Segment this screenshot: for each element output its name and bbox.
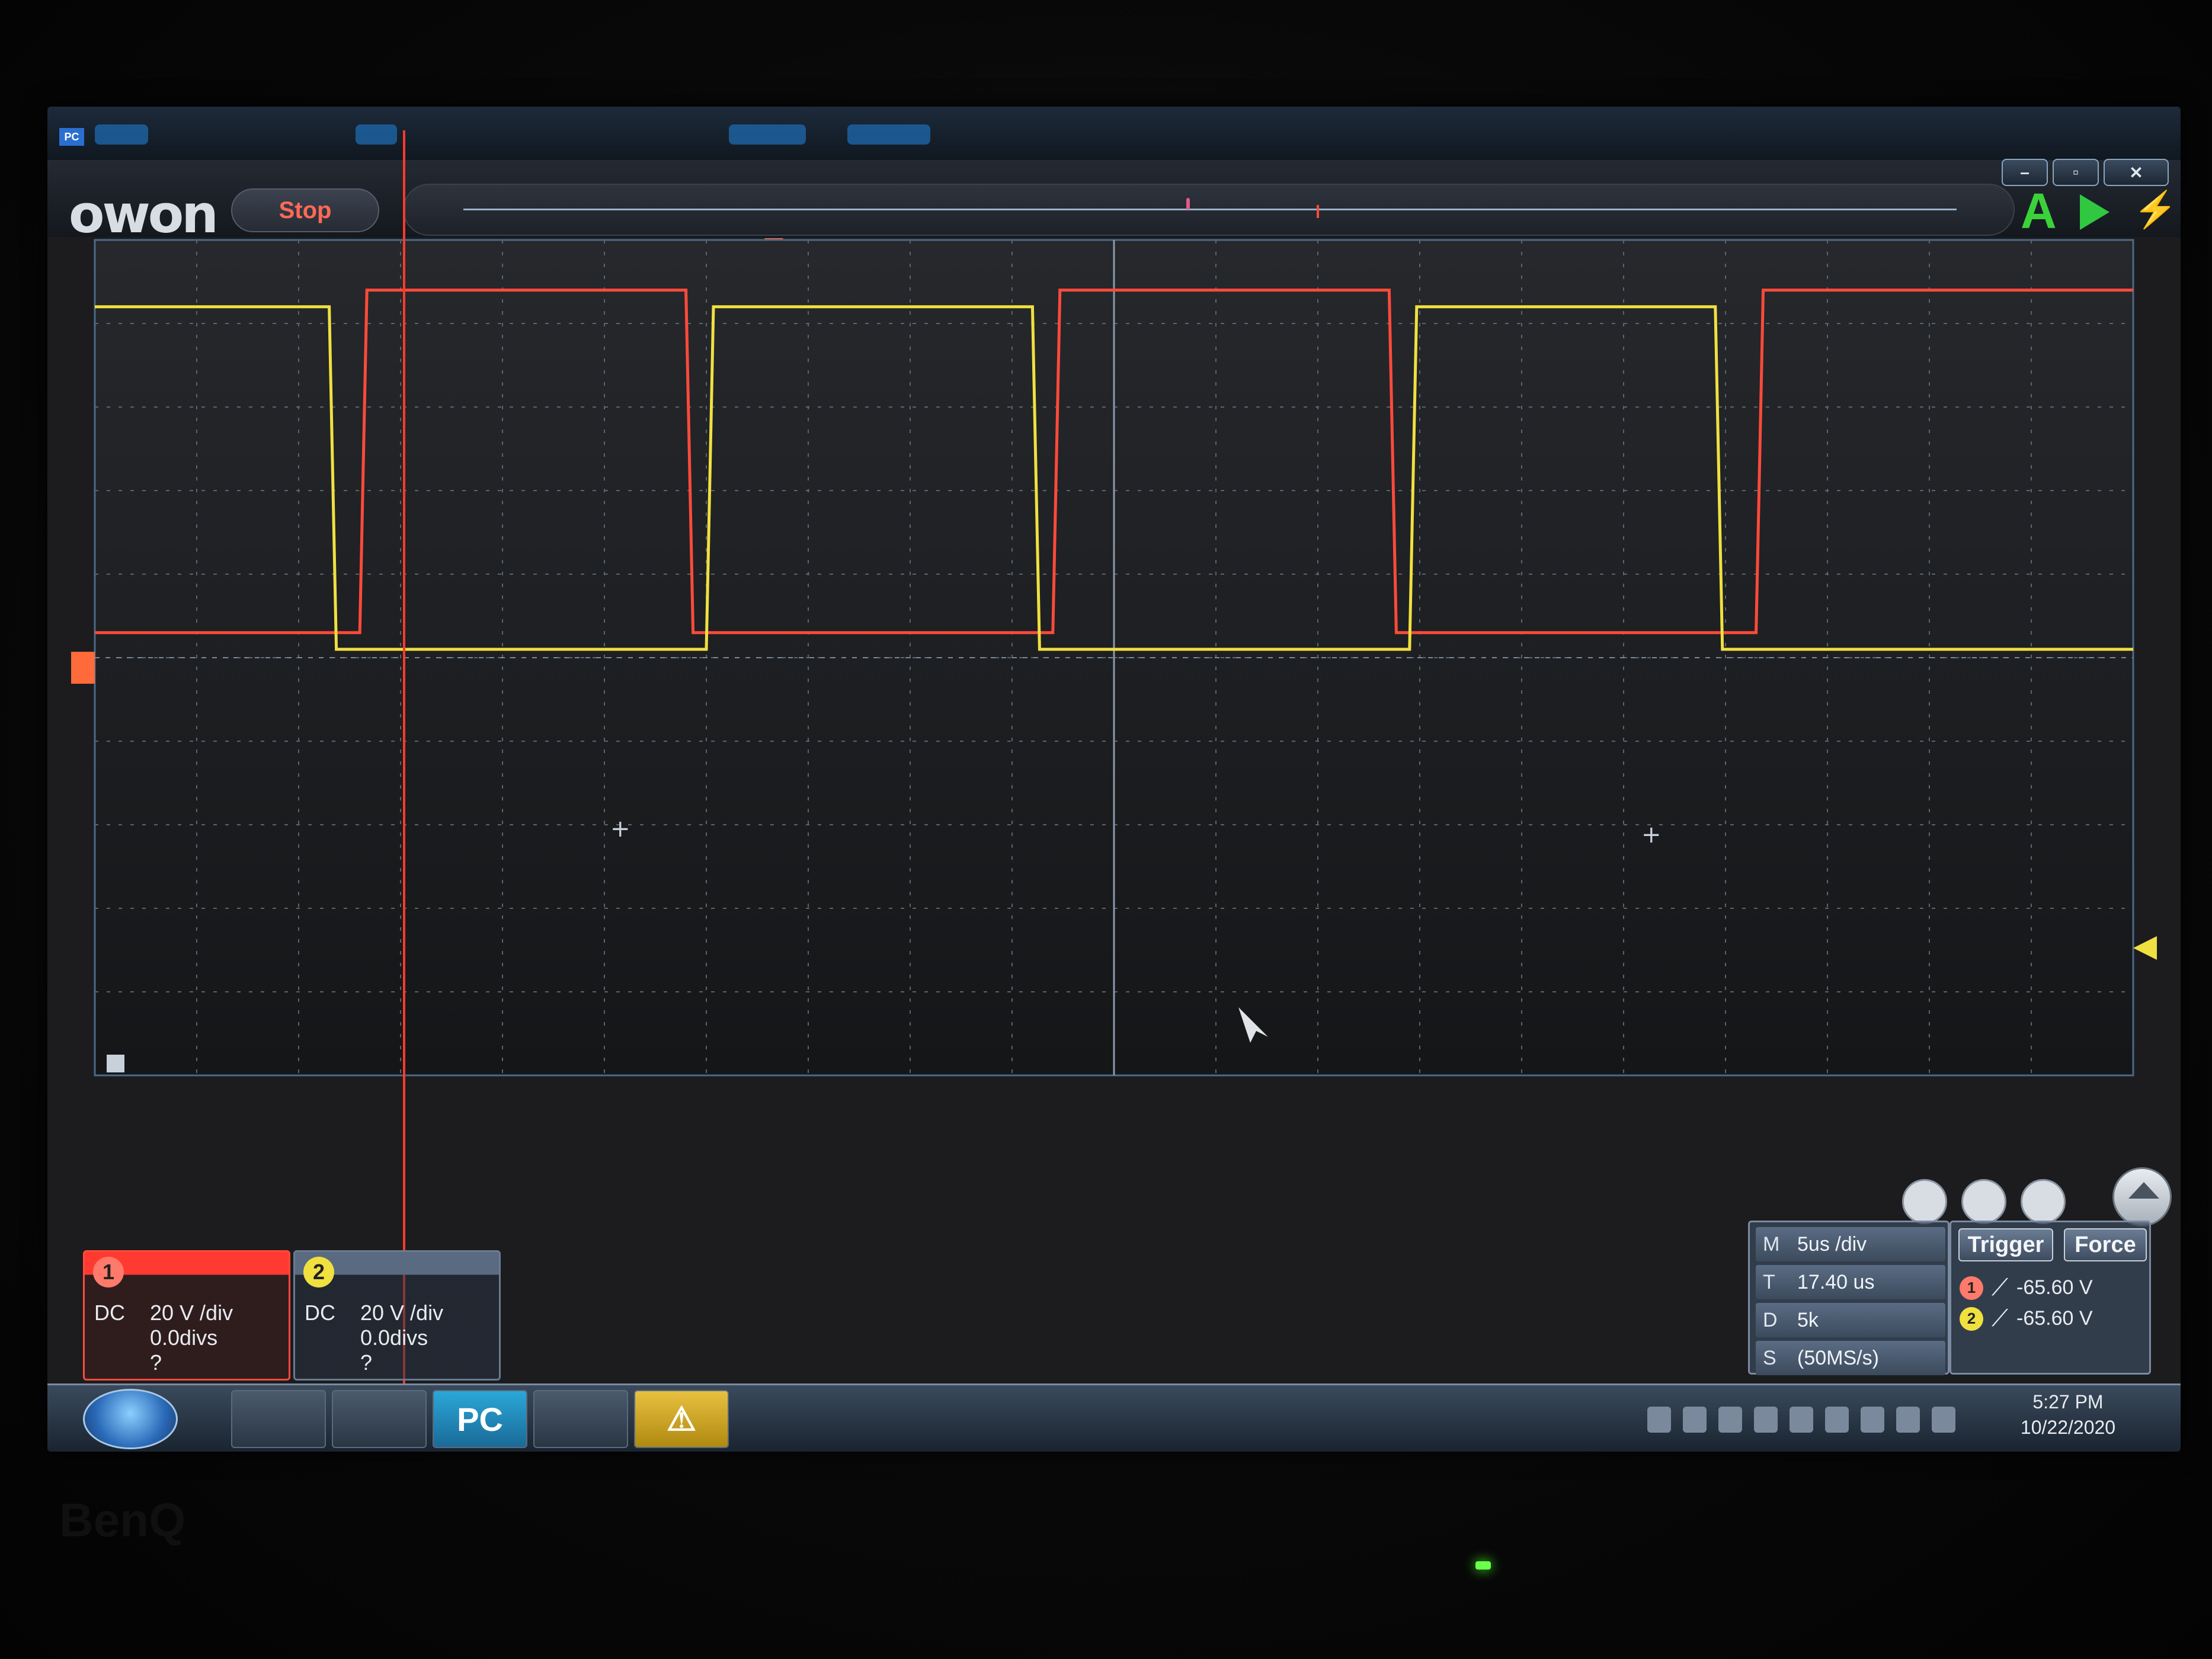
timebase-value: (50MS/s) [1797, 1346, 1879, 1369]
ch1-trigger-badge: 1 [1960, 1276, 1983, 1300]
ch2-coupling: DC [305, 1301, 335, 1325]
clock-date: 10/22/2020 [2020, 1417, 2116, 1438]
timebase-key: M [1763, 1232, 1780, 1256]
ch2-volts-per-div: 20 V /div [360, 1301, 444, 1325]
ch2-offset: 0.0divs [360, 1325, 428, 1350]
warning-icon[interactable]: ⚠ [634, 1390, 729, 1448]
timebase-value: 5us /div [1797, 1232, 1867, 1256]
windows-taskbar: PC ⚠ 5:27 PM 10/22/2020 [47, 1383, 2181, 1452]
ch1-trigger-level: -65.60 V [2016, 1276, 2093, 1299]
timebase-key: D [1763, 1308, 1778, 1331]
monitor-brand-logo: BenQ [59, 1494, 186, 1546]
ch1-trigger-row[interactable]: 1 ⟋ -65.60 V [1960, 1274, 2093, 1301]
trigger-time-row[interactable]: T 17.40 us [1756, 1265, 1945, 1299]
sample-rate-row[interactable]: S (50MS/s) [1756, 1341, 1945, 1375]
tray-icon[interactable] [1861, 1406, 1884, 1433]
timebase-key: T [1763, 1270, 1775, 1293]
rising-edge-icon: ⟋ [1992, 1305, 2008, 1331]
ch1-badge: 1 [93, 1257, 124, 1288]
tray-icon[interactable] [1683, 1406, 1707, 1433]
signal-icon[interactable] [1825, 1406, 1849, 1433]
ch2-trigger-level: -65.60 V [2016, 1307, 2093, 1330]
crosshair-marker: + [610, 815, 630, 843]
taskbar-clock[interactable]: 5:27 PM 10/22/2020 [1997, 1391, 2139, 1439]
ch1-volts-per-div: 20 V /div [150, 1301, 233, 1325]
speaker-icon[interactable] [1790, 1406, 1813, 1433]
trigger-panel: Trigger Force 1 ⟋ -65.60 V 2 ⟋ -65.60 V [1949, 1221, 2151, 1375]
file-explorer-icon[interactable] [231, 1390, 326, 1448]
flag-icon[interactable] [1896, 1406, 1920, 1433]
ch2-settings-panel[interactable]: 2 DC 20 V /div 0.0divs ? [293, 1250, 501, 1381]
mail-icon[interactable] [1932, 1406, 1955, 1433]
ch1-settings-panel[interactable]: 1 DC 20 V /div 0.0divs ? [83, 1250, 290, 1381]
trigger-button[interactable]: Trigger [1958, 1228, 2053, 1261]
ch1-coupling: DC [94, 1301, 125, 1325]
crosshair-marker: + [1641, 821, 1662, 848]
tray-icon[interactable] [1647, 1406, 1671, 1433]
save-icon[interactable] [1961, 1179, 2006, 1224]
media-player-icon[interactable] [332, 1390, 427, 1448]
timebase-key: S [1763, 1346, 1776, 1369]
ch1-offset: 0.0divs [150, 1325, 218, 1350]
ch2-badge: 2 [303, 1257, 334, 1288]
ch1-measure-value: ? [150, 1350, 162, 1375]
ch2-trigger-row[interactable]: 2 ⟋ -65.60 V [1960, 1305, 2093, 1332]
recall-icon[interactable] [1902, 1179, 1947, 1224]
home-icon[interactable] [2112, 1167, 2172, 1226]
start-button[interactable] [83, 1389, 178, 1449]
owon-app-glyph: PC [457, 1400, 503, 1438]
warning-glyph: ⚠ [666, 1400, 697, 1437]
clock-time: 5:27 PM [2032, 1391, 2104, 1413]
globe-icon[interactable] [1718, 1406, 1742, 1433]
rising-edge-icon: ⟋ [1992, 1274, 2008, 1301]
ch2-trigger-level-marker[interactable] [2133, 936, 2157, 960]
export-icon[interactable] [2021, 1179, 2066, 1224]
timebase-value: 5k [1797, 1308, 1819, 1331]
timebase-value: 17.40 us [1797, 1270, 1875, 1293]
force-button[interactable]: Force [2064, 1228, 2147, 1261]
power-led [1475, 1561, 1491, 1570]
chrome-icon[interactable] [533, 1390, 628, 1448]
owon-pc-icon[interactable]: PC [433, 1390, 527, 1448]
depth-row[interactable]: D 5k [1756, 1303, 1945, 1337]
monitor-screen: PC owon Stop A ⚡ – ▫ ✕ + + 1 DC 20 V /di… [47, 107, 2181, 1452]
system-tray [1647, 1391, 2003, 1447]
volume-icon[interactable] [1754, 1406, 1778, 1433]
ch2-trigger-badge: 2 [1960, 1306, 1983, 1331]
timebase-row[interactable]: M 5us /div [1756, 1227, 1945, 1261]
ch1-ground-marker[interactable] [71, 652, 95, 684]
ch2-measure-value: ? [360, 1350, 373, 1375]
timebase-panel[interactable]: M 5us /div T 17.40 us D 5k S (50MS/s) [1748, 1221, 1949, 1375]
zoom-toggle-icon[interactable] [107, 1055, 124, 1072]
